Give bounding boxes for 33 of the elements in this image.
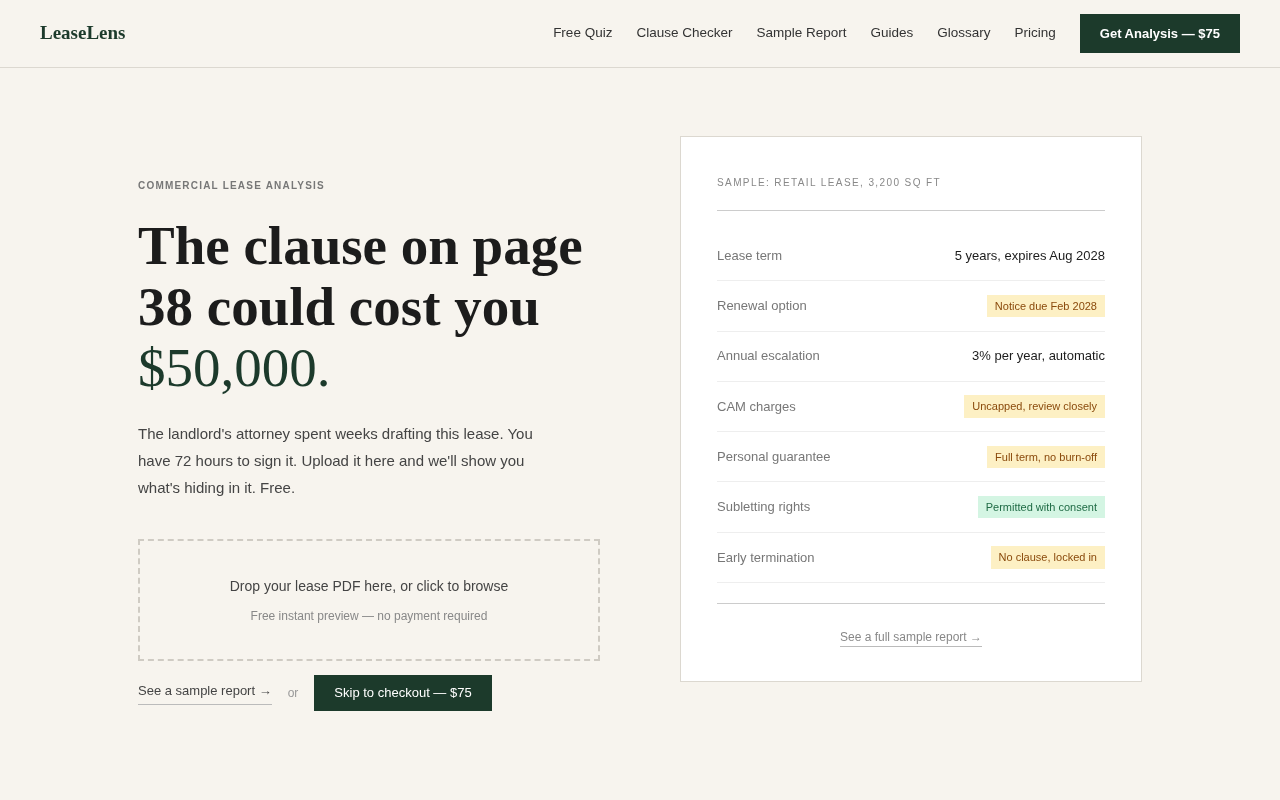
row-label: Lease term bbox=[717, 246, 783, 265]
row-value: 3% per year, automatic bbox=[972, 347, 1105, 366]
full-sample-link[interactable]: See a full sample report → bbox=[839, 628, 983, 648]
or-label: or bbox=[287, 685, 299, 702]
status-tag: Full term, no burn-off bbox=[987, 445, 1105, 469]
status-tag: Uncapped, review closely bbox=[964, 395, 1105, 418]
nav-link[interactable]: Sample Report bbox=[756, 23, 847, 44]
get-analysis-button[interactable]: Get Analysis — $75 bbox=[1079, 14, 1240, 53]
row-label: Personal guarantee bbox=[717, 448, 831, 467]
nav-link[interactable]: Pricing bbox=[1014, 23, 1056, 44]
headline: The clause on page 38 could cost you $50,000. bbox=[138, 215, 584, 398]
status-tag: Permitted with consent bbox=[977, 495, 1105, 519]
checkout-button[interactable]: Skip to checkout — $75 bbox=[314, 675, 492, 711]
intro-paragraph: The landlord's attorney spent weeks drafting this lease. You have 72 hours to sign it. Upload it here and we'll show you what's hiding in it. Free. bbox=[138, 424, 534, 498]
brand-logo[interactable]: LeaseLens bbox=[40, 19, 126, 48]
row-label: Early termination bbox=[717, 548, 815, 567]
row-value: 5 years, expires Aug 2028 bbox=[954, 246, 1105, 265]
eyebrow-label: COMMERCIAL LEASE ANALYSIS bbox=[138, 179, 326, 193]
row-label: Renewal option bbox=[717, 297, 807, 316]
nav-link[interactable]: Free Quiz bbox=[553, 23, 613, 44]
nav-link[interactable]: Glossary bbox=[937, 23, 991, 44]
dropzone-title: Drop your lease PDF here, or click to browse bbox=[229, 576, 509, 596]
row-label: Subletting rights bbox=[717, 498, 811, 517]
sample-report-link[interactable]: See a sample report → bbox=[138, 681, 272, 705]
nav-link[interactable]: Clause Checker bbox=[636, 23, 733, 44]
status-tag: No clause, locked in bbox=[990, 546, 1105, 569]
dropzone-note: Free instant preview — no payment required bbox=[250, 607, 488, 625]
row-label: Annual escalation bbox=[717, 347, 820, 366]
upload-dropzone[interactable]: Drop your lease PDF here, or click to browse Free instant preview — no payment required bbox=[138, 539, 600, 661]
nav-link[interactable]: Guides bbox=[870, 23, 914, 44]
status-tag: Notice due Feb 2028 bbox=[986, 294, 1105, 318]
card-caption: SAMPLE: RETAIL LEASE, 3,200 SQ FT bbox=[717, 176, 943, 190]
row-label: CAM charges bbox=[717, 397, 796, 416]
